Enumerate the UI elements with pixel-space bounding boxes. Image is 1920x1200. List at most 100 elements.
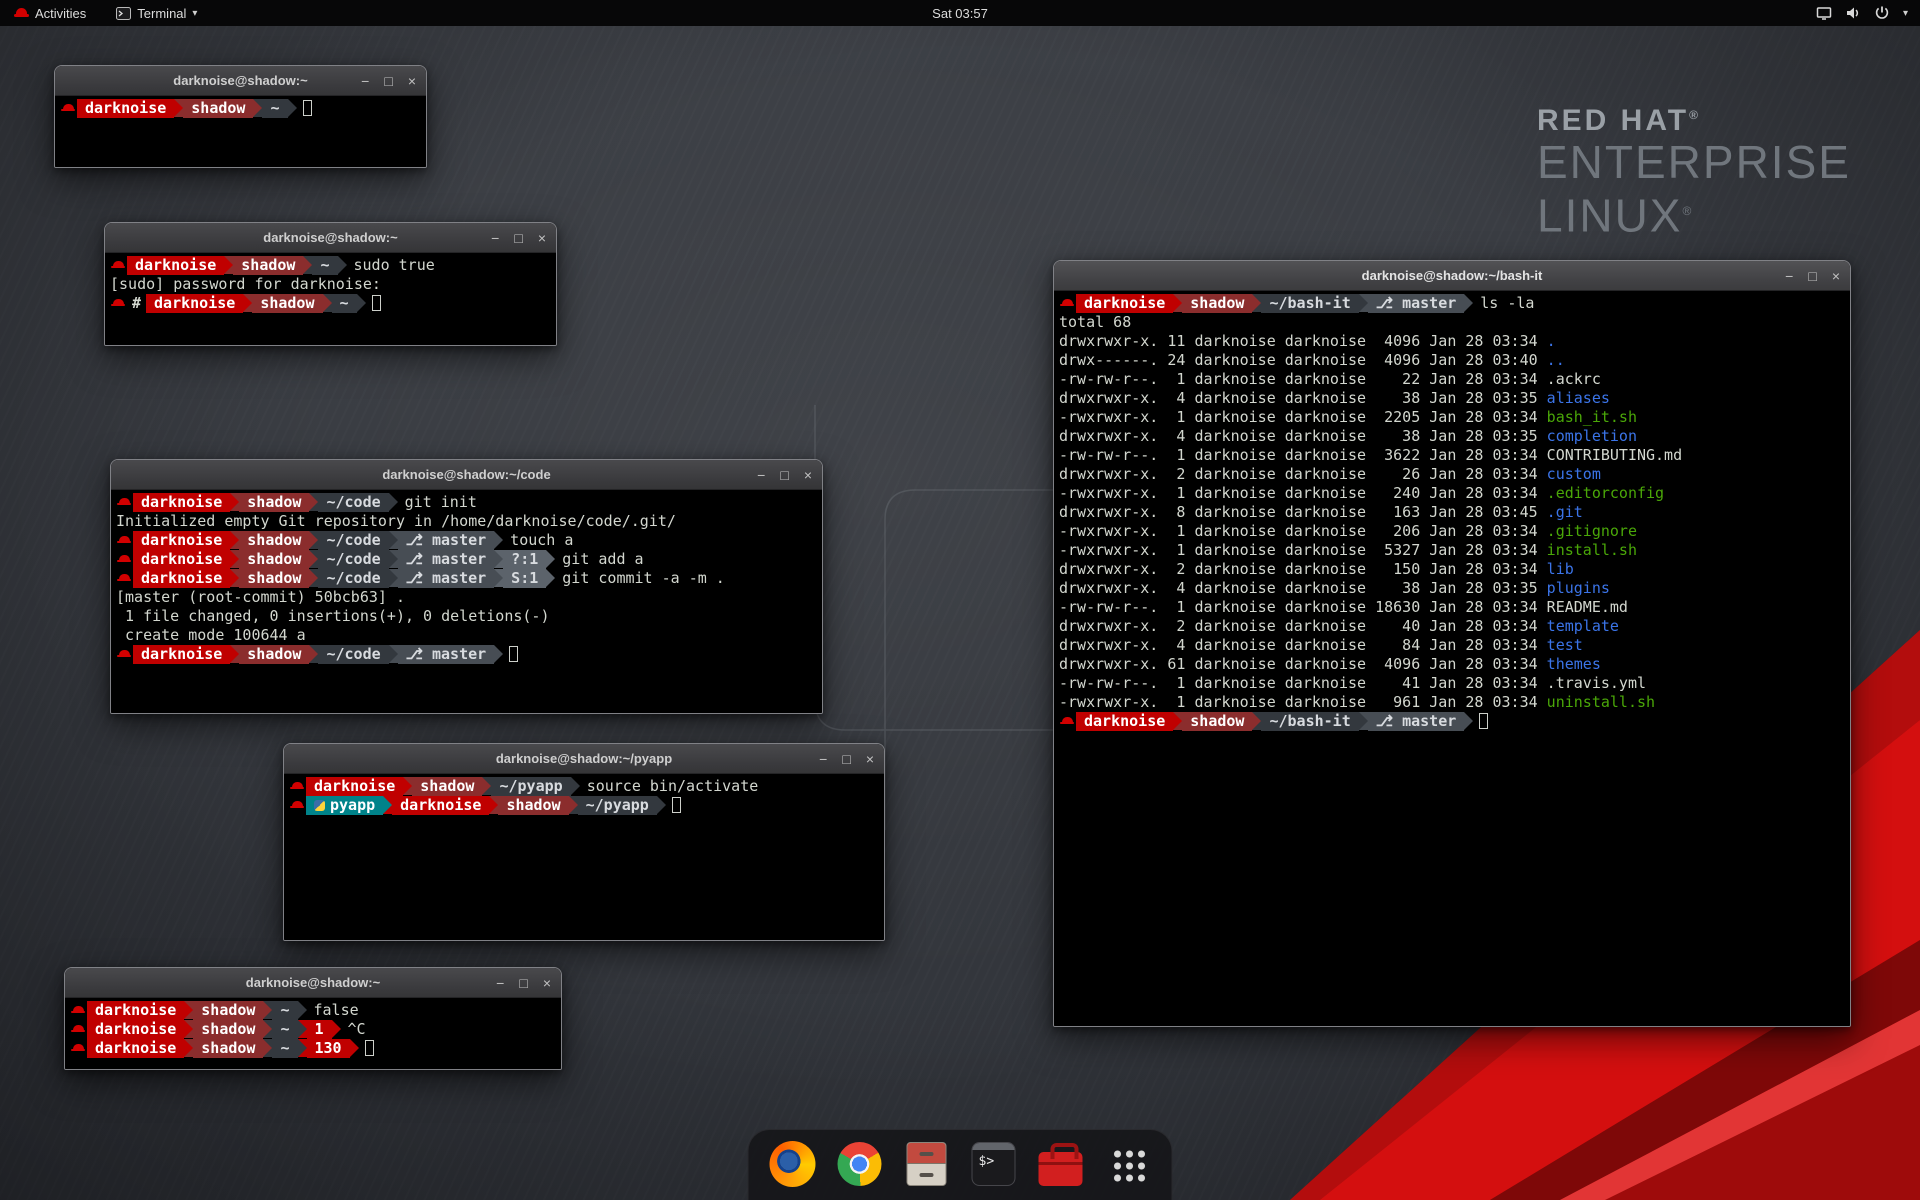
terminal-screen[interactable]: darknoiseshadow~ (55, 96, 426, 167)
redhat-prompt-icon (289, 796, 306, 815)
powerline-arrow-icon (309, 493, 318, 511)
drawer-shape (908, 1164, 946, 1185)
terminal-screen[interactable]: darknoiseshadow~falsedarknoiseshadow~1^C… (65, 998, 561, 1069)
directory-name: completion (1547, 427, 1637, 445)
powerline-arrow-icon (482, 777, 491, 795)
dock-file-manager[interactable] (903, 1140, 951, 1188)
window-titlebar[interactable]: darknoise@shadow:~ − □ × (65, 968, 561, 998)
window-close-button[interactable]: × (543, 976, 551, 990)
redhat-logo-icon (14, 6, 29, 20)
window-maximize-button[interactable]: □ (842, 752, 850, 766)
window-minimize-button[interactable]: − (496, 976, 504, 990)
window-close-button[interactable]: × (408, 74, 416, 88)
prompt-segment-host: shadow (193, 1039, 263, 1058)
terminal-text: [sudo] password for darknoise: (110, 275, 381, 293)
window-title: darknoise@shadow:~/pyapp (496, 751, 672, 766)
dock-firefox[interactable] (769, 1140, 817, 1188)
terminal-text: drwxrwxr-x. 2 darknoise darknoise 150 Ja… (1059, 560, 1547, 578)
window-minimize-button[interactable]: − (361, 74, 369, 88)
terminal-line: -rw-rw-r--. 1 darknoise darknoise 18630 … (1059, 598, 1850, 617)
executable-name: .gitignore (1547, 522, 1637, 540)
prompt-segment-git-branch: ⎇ master (398, 531, 495, 550)
window-maximize-button[interactable]: □ (1808, 269, 1816, 283)
powerline-arrow-icon (253, 99, 262, 117)
directory-name: plugins (1547, 579, 1610, 597)
prompt-segment-user: darknoise (306, 777, 403, 796)
window-titlebar[interactable]: darknoise@shadow:~ − □ × (55, 66, 426, 96)
window-titlebar[interactable]: darknoise@shadow:~ − □ × (105, 223, 556, 253)
dock: $> (748, 1129, 1173, 1200)
powerline-arrow-icon (243, 294, 252, 312)
dock-terminal[interactable]: $> (970, 1140, 1018, 1188)
window-titlebar[interactable]: darknoise@shadow:~/code − □ × (111, 460, 822, 490)
prompt-segment-user: darknoise (146, 294, 243, 313)
powerline-arrow-icon (403, 777, 412, 795)
window-close-button[interactable]: × (538, 231, 546, 245)
prompt-segment-path: ~/bash-it (1261, 294, 1358, 313)
prompt-segment-path: ~ (272, 1020, 297, 1039)
terminal-line: darknoiseshadow~/pyappsource bin/activat… (289, 777, 884, 796)
git-branch-icon: ⎇ (406, 550, 432, 568)
window-close-button[interactable]: × (866, 752, 874, 766)
terminal-line: drwxrwxr-x. 8 darknoise darknoise 163 Ja… (1059, 503, 1850, 522)
window-maximize-button[interactable]: □ (514, 231, 522, 245)
chevron-down-icon: ▾ (192, 8, 197, 19)
branding-enterprise-text: ENTERPRISE (1537, 138, 1851, 187)
terminal-line: drwxrwxr-x. 4 darknoise darknoise 38 Jan… (1059, 579, 1850, 598)
app-menu-terminal[interactable]: Terminal ▾ (110, 0, 203, 26)
dock-toolbox[interactable] (1037, 1140, 1085, 1188)
window-close-button[interactable]: × (804, 468, 812, 482)
app-grid-icon (1110, 1146, 1146, 1182)
terminal-screen[interactable]: darknoiseshadow~/bash-it⎇ masterls -lato… (1054, 291, 1850, 1026)
activities-button[interactable]: Activities (8, 0, 92, 26)
terminal-line: darknoiseshadow~ (60, 99, 426, 118)
executable-name: uninstall.sh (1547, 693, 1655, 711)
dock-chrome[interactable] (836, 1140, 884, 1188)
window-minimize-button[interactable]: − (1785, 269, 1793, 283)
prompt-segment-exit-code: 130 (307, 1039, 350, 1058)
powerline-arrow-icon (1359, 294, 1368, 312)
terminal-line: darknoiseshadow~1^C (70, 1020, 561, 1039)
window-minimize-button[interactable]: − (491, 231, 499, 245)
prompt-segment-host: shadow (412, 777, 482, 796)
terminal-line: darknoiseshadow~false (70, 1001, 561, 1020)
powerline-arrow-icon (184, 1039, 193, 1057)
python-icon (314, 800, 325, 811)
prompt-segment-path: ~/code (318, 493, 388, 512)
window-maximize-button[interactable]: □ (384, 74, 392, 88)
powerline-arrow-icon (389, 550, 398, 568)
terminal-screen[interactable]: darknoiseshadow~/codegit initInitialized… (111, 490, 822, 713)
window-minimize-button[interactable]: − (757, 468, 765, 482)
window-maximize-button[interactable]: □ (780, 468, 788, 482)
prompt-segment-host: shadow (239, 531, 309, 550)
prompt-segment-path: ~ (262, 99, 287, 118)
window-maximize-button[interactable]: □ (519, 976, 527, 990)
terminal-line: #darknoiseshadow~ (110, 294, 556, 313)
terminal-screen[interactable]: darknoiseshadow~/pyappsource bin/activat… (284, 774, 884, 940)
window-close-button[interactable]: × (1832, 269, 1840, 283)
terminal-window-pyapp: darknoise@shadow:~/pyapp − □ × darknoise… (283, 743, 885, 941)
terminal-line: [master (root-commit) 50bcb63] . (116, 588, 822, 607)
directory-name: lib (1547, 560, 1574, 578)
prompt-segment-host: shadow (239, 493, 309, 512)
prompt-segment-virtualenv: pyapp (306, 796, 383, 815)
prompt-segment-path: ~/bash-it (1261, 712, 1358, 731)
window-titlebar[interactable]: darknoise@shadow:~/bash-it − □ × (1054, 261, 1850, 291)
dock-show-applications[interactable] (1104, 1140, 1152, 1188)
powerline-arrow-icon (1359, 712, 1368, 730)
terminal-cursor (509, 646, 518, 662)
prompt-segment-host: shadow (193, 1001, 263, 1020)
powerline-arrow-icon (1173, 712, 1182, 730)
window-title: darknoise@shadow:~ (263, 230, 397, 245)
directory-name: themes (1547, 655, 1601, 673)
window-minimize-button[interactable]: − (819, 752, 827, 766)
clock[interactable]: Sat 03:57 (922, 0, 998, 26)
prompt-segment-git-status: ?:1 (503, 550, 546, 569)
terminal-text: drwxrwxr-x. 8 darknoise darknoise 163 Ja… (1059, 503, 1547, 521)
window-titlebar[interactable]: darknoise@shadow:~/pyapp − □ × (284, 744, 884, 774)
window-title: darknoise@shadow:~/bash-it (1362, 268, 1543, 283)
powerline-arrow-icon (1464, 294, 1473, 312)
system-status-area[interactable]: ▾ (1816, 0, 1920, 26)
powerline-arrow-icon (224, 256, 233, 274)
terminal-screen[interactable]: darknoiseshadow~sudo true[sudo] password… (105, 253, 556, 345)
